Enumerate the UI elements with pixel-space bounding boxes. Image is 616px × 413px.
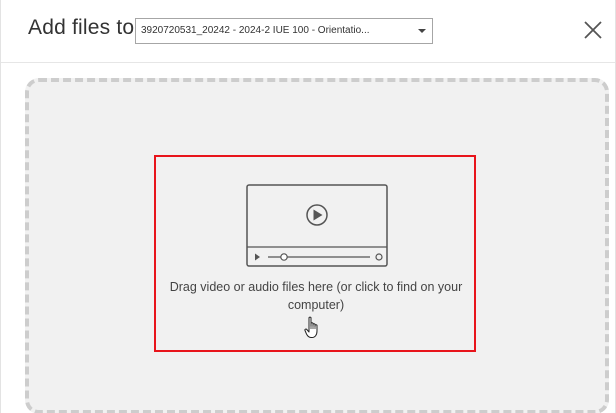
dialog-title: Add files to: [28, 16, 135, 39]
hand-pointer-icon: [304, 316, 318, 338]
close-button[interactable]: [580, 17, 608, 45]
chevron-down-icon: [418, 29, 426, 33]
folder-select-value: 3920720531_20242 - 2024-2 IUE 100 - Orie…: [141, 25, 370, 36]
video-player-icon: [246, 184, 388, 267]
folder-select[interactable]: 3920720531_20242 - 2024-2 IUE 100 - Orie…: [135, 18, 433, 44]
dropzone-instructions: Drag video or audio files here (or click…: [169, 280, 463, 312]
dialog-header: Add files to 3920720531_20242 - 2024-2 I…: [1, 0, 615, 63]
add-files-dialog: Add files to 3920720531_20242 - 2024-2 I…: [0, 0, 616, 413]
close-icon: [584, 21, 602, 39]
